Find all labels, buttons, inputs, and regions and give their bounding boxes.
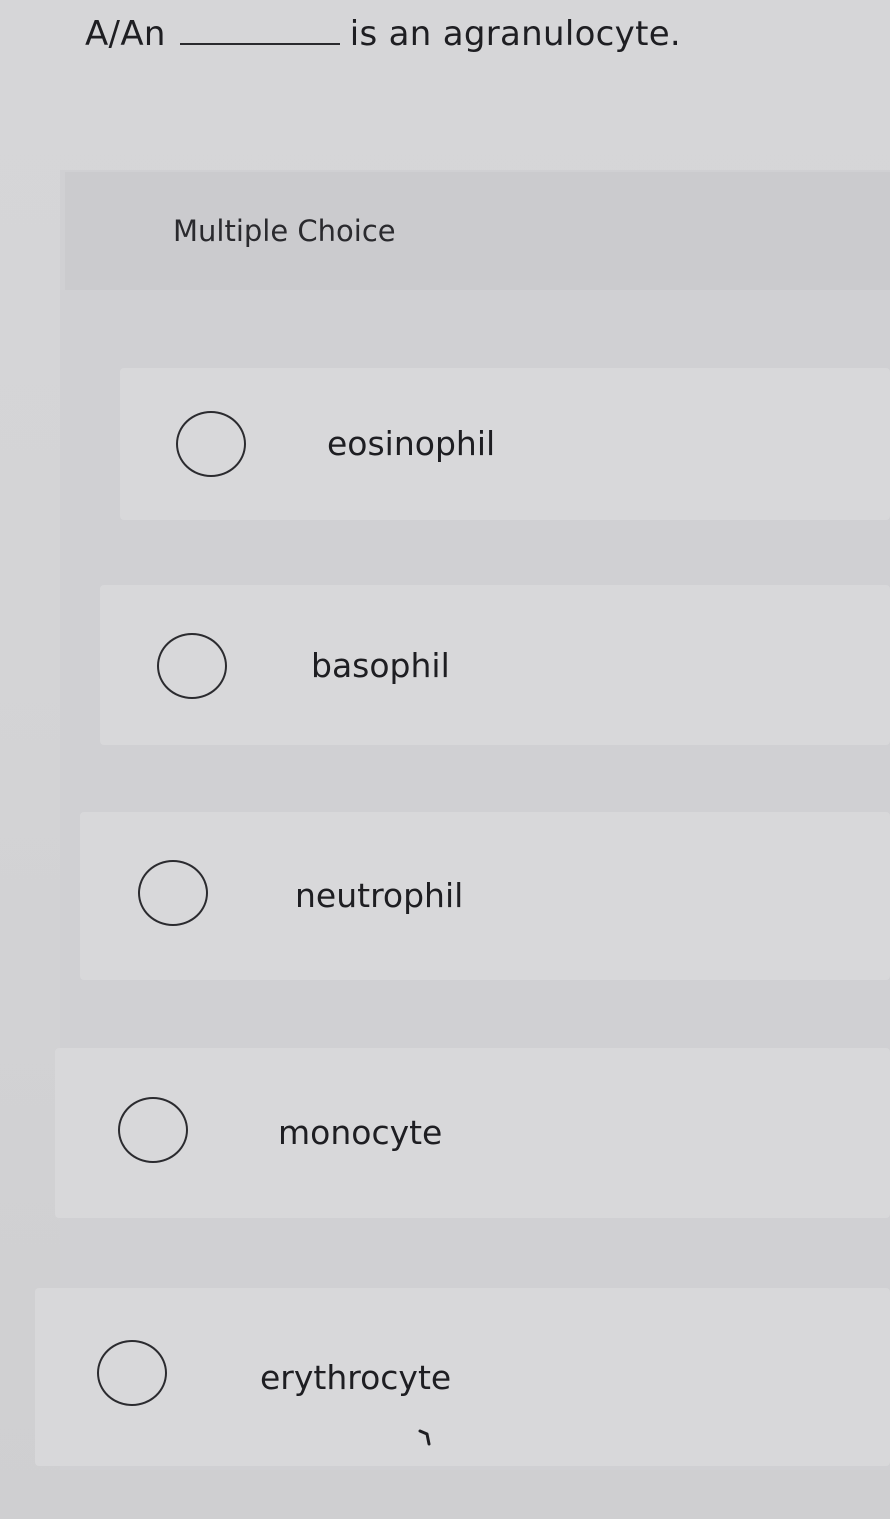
answer-blank	[179, 17, 340, 45]
option-label[interactable]: monocyte	[278, 1113, 442, 1152]
radio-unchecked-icon[interactable]	[97, 1340, 167, 1406]
radio-unchecked-icon[interactable]	[176, 411, 246, 477]
multiple-choice-title: Multiple Choice	[173, 214, 396, 248]
radio-unchecked-icon[interactable]	[138, 860, 208, 926]
option-label[interactable]: basophil	[311, 646, 450, 685]
mouse-cursor-icon	[418, 1429, 431, 1446]
question-suffix: is an agranulocyte.	[349, 14, 682, 54]
option-label[interactable]: neutrophil	[295, 876, 463, 915]
radio-unchecked-icon[interactable]	[157, 633, 227, 699]
option-label[interactable]: eosinophil	[327, 424, 495, 463]
question-text: A/An is an agranulocyte.	[85, 14, 681, 54]
option-label[interactable]: erythrocyte	[260, 1358, 451, 1397]
radio-unchecked-icon[interactable]	[118, 1097, 188, 1163]
question-prefix: A/An	[85, 14, 166, 54]
